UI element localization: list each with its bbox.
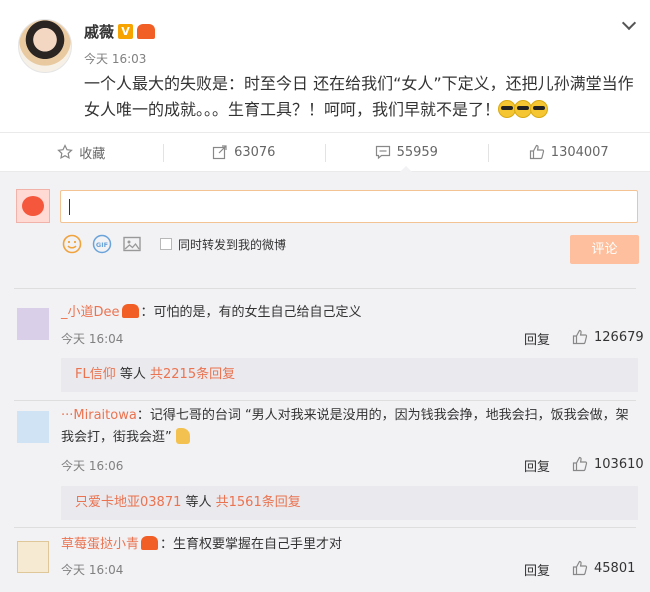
comment-like-button[interactable]: 126679: [572, 329, 644, 345]
post-action-bar: 收藏 63076 55959 1304007: [0, 132, 650, 172]
sub-replies-box[interactable]: FL信仰 等人 共2215条回复: [61, 358, 638, 392]
commenter-name[interactable]: 草莓蛋挞小青: [61, 537, 139, 552]
thumbs-up-icon: [572, 456, 588, 472]
emoji-icon[interactable]: [62, 234, 82, 254]
composer-tools: GIF 同时转发到我的微博: [62, 234, 286, 254]
comment-count: 55959: [396, 144, 438, 160]
divider: [14, 527, 636, 528]
comment-like-button[interactable]: 103610: [572, 456, 644, 472]
comment-time: 今天 16:04: [61, 563, 124, 577]
gif-icon[interactable]: GIF: [92, 234, 112, 254]
commenter-name[interactable]: ···Miraitowa: [61, 408, 137, 423]
divider: [14, 288, 636, 289]
comment-section: GIF 同时转发到我的微博 评论 _小道Dee ：可怕的是，有的女生自己给自己定义…: [0, 172, 650, 592]
sub-reply-text: 等人: [115, 367, 150, 382]
comment-body: ···Miraitowa：记得七哥的台词 “男人对我来说是没用的，因为钱我会挣，…: [61, 405, 636, 449]
sunglasses-emoji-icon: [530, 100, 549, 118]
comment-like-button[interactable]: 45801: [572, 560, 635, 576]
post-content: 一个人最大的失败是：时至今日 还在给我们“女人”下定义，还把儿孙满堂当作女人唯一…: [84, 71, 634, 123]
star-icon: [57, 144, 74, 160]
author-avatar[interactable]: [18, 19, 72, 73]
forward-label: 同时转发到我的微博: [178, 237, 287, 252]
like-count: 1304007: [550, 144, 609, 160]
comment-button[interactable]: 55959: [325, 133, 488, 172]
chevron-down-icon[interactable]: [621, 15, 637, 31]
comment-like-count: 126679: [594, 329, 644, 345]
reply-button[interactable]: 回复: [524, 560, 550, 579]
vip-badge-icon: [137, 24, 156, 39]
thumbs-up-icon: [572, 329, 588, 345]
sub-replies-box[interactable]: 只爱卡地亚03871 等人 共1561条回复: [61, 486, 638, 520]
comment-text: ：可怕的是，有的女生自己给自己定义: [140, 305, 362, 320]
reply-button[interactable]: 回复: [524, 456, 550, 475]
verified-badge-icon: V: [118, 24, 134, 39]
commenter-name[interactable]: _小道Dee: [61, 305, 120, 320]
weibo-post: 戚薇 V 今天 16:03 一个人最大的失败是：时至今日 还在给我们“女人”下定…: [0, 0, 650, 132]
sub-reply-count[interactable]: 共1561条回复: [216, 495, 301, 510]
sub-reply-count[interactable]: 共2215条回复: [150, 367, 235, 382]
post-text: 一个人最大的失败是：时至今日 还在给我们“女人”下定义，还把儿孙满堂当作女人唯一…: [84, 74, 634, 119]
sub-reply-user[interactable]: FL信仰: [75, 367, 116, 382]
comment-like-count: 45801: [594, 560, 636, 576]
share-icon: [212, 145, 227, 160]
svg-text:GIF: GIF: [96, 241, 108, 249]
comment-icon: [375, 145, 390, 160]
thumbs-up-icon: [529, 144, 544, 160]
comment-text: ：记得七哥的台词 “男人对我来说是没用的，因为钱我会挣，地我会扫，饭我会做，架我…: [61, 408, 629, 445]
favorite-label: 收藏: [79, 146, 106, 162]
comment-input[interactable]: [60, 190, 638, 223]
comment-body: 草莓蛋挞小青 ：生育权要掌握在自己手里才对: [61, 534, 636, 556]
forward-checkbox[interactable]: [160, 238, 172, 250]
thumbs-up-icon: [572, 560, 588, 576]
vip-badge-icon: [141, 536, 159, 550]
post-header: 戚薇 V: [84, 21, 156, 42]
comment-time: 今天 16:06: [61, 459, 124, 473]
favorite-button[interactable]: 收藏: [0, 133, 163, 171]
commenter-avatar[interactable]: [17, 308, 49, 340]
reply-button[interactable]: 回复: [524, 329, 550, 348]
thumbs-up-emoji-icon: [175, 428, 190, 444]
author-name[interactable]: 戚薇: [84, 21, 114, 42]
sub-reply-text: 等人: [181, 495, 216, 510]
commenter-avatar[interactable]: [17, 411, 49, 443]
submit-comment-button[interactable]: 评论: [570, 235, 639, 264]
post-time[interactable]: 今天 16:03: [84, 50, 146, 67]
image-icon[interactable]: [122, 234, 142, 254]
commenter-avatar[interactable]: [17, 541, 49, 573]
comment-like-count: 103610: [594, 456, 644, 472]
repost-count: 63076: [234, 144, 276, 160]
comment-text: ：生育权要掌握在自己手里才对: [160, 537, 343, 552]
divider: [14, 400, 636, 401]
current-user-avatar: [16, 189, 50, 223]
text-caret: [69, 199, 70, 215]
vip-badge-icon: [121, 304, 139, 318]
comment-body: _小道Dee ：可怕的是，有的女生自己给自己定义: [61, 302, 636, 324]
sub-reply-user[interactable]: 只爱卡地亚03871: [75, 495, 181, 510]
repost-button[interactable]: 63076: [162, 133, 326, 171]
like-button[interactable]: 1304007: [487, 133, 650, 171]
comment-time: 今天 16:04: [61, 332, 124, 346]
